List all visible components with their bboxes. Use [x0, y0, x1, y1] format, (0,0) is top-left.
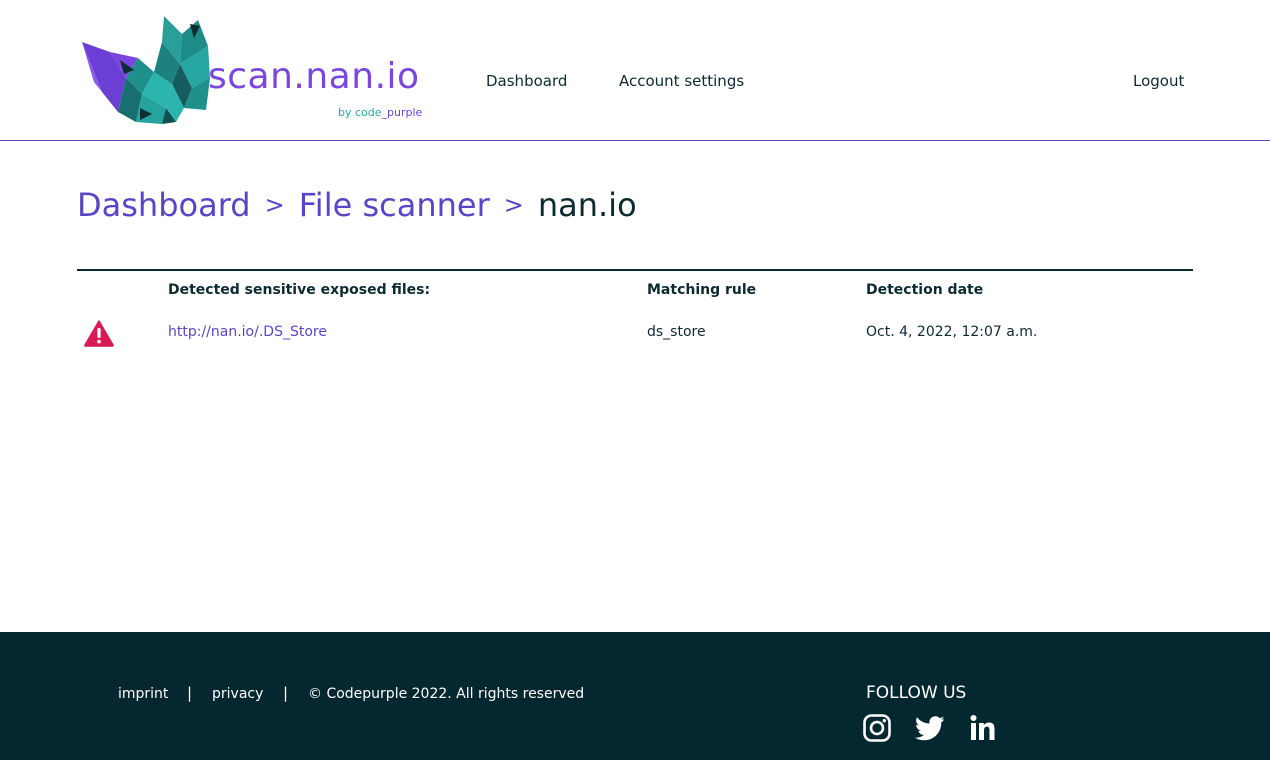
table-top-rule: [77, 269, 1193, 271]
brand-byline: by code_purple: [338, 106, 422, 119]
file-link[interactable]: http://nan.io/.DS_Store: [168, 324, 327, 340]
footer-imprint-link[interactable]: imprint: [118, 686, 168, 702]
site-header: scan.nan.io by code_purple Dashboard Acc…: [0, 0, 1270, 141]
instagram-icon: [863, 714, 891, 742]
nav-account-settings-link[interactable]: Account settings: [619, 72, 744, 90]
detection-date-value: Oct. 4, 2022, 12:07 a.m.: [866, 324, 1038, 340]
matching-rule-value: ds_store: [647, 324, 706, 340]
byline-suffix: _purple: [381, 106, 423, 119]
breadcrumb-separator: >: [503, 191, 524, 219]
footer-separator: |: [187, 684, 193, 702]
linkedin-icon: [970, 715, 995, 740]
warning-triangle-icon: [84, 320, 114, 347]
follow-us-label: FOLLOW US: [866, 683, 967, 703]
breadcrumb-current: nan.io: [537, 186, 637, 224]
header-matching-rule: Matching rule: [647, 282, 757, 298]
brand-name: scan.nan.io: [208, 56, 420, 97]
breadcrumb-dashboard[interactable]: Dashboard: [77, 186, 251, 224]
byline-prefix: by code: [338, 106, 382, 119]
header-detection-date: Detection date: [866, 282, 984, 298]
breadcrumb-separator: >: [264, 191, 285, 219]
header-detected-files: Detected sensitive exposed files:: [168, 282, 431, 298]
nav-dashboard-link[interactable]: Dashboard: [486, 72, 567, 90]
footer-privacy-link[interactable]: privacy: [212, 686, 263, 702]
twitter-icon: [915, 716, 945, 741]
logout-link[interactable]: Logout: [1133, 72, 1184, 90]
breadcrumb: Dashboard > File scanner > nan.io: [77, 186, 637, 224]
footer-separator: |: [283, 684, 289, 702]
breadcrumb-file-scanner[interactable]: File scanner: [299, 186, 490, 224]
footer-copyright: © Codepurple 2022. All rights reserved: [308, 686, 585, 702]
